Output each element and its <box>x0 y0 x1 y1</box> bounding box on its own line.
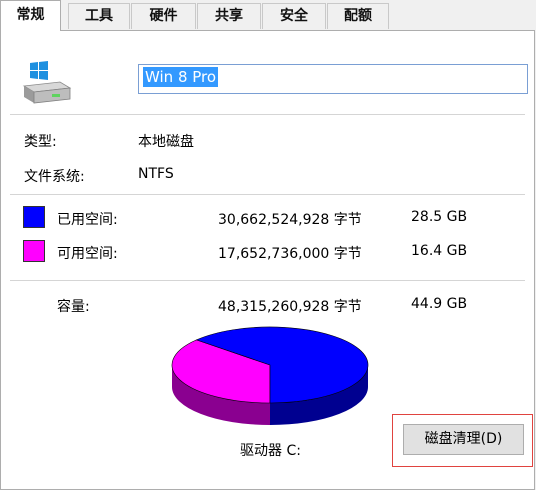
tab-general[interactable]: 常规 <box>0 0 61 31</box>
separator <box>10 280 525 281</box>
free-space-label: 可用空间: <box>57 246 118 262</box>
tab-security[interactable]: 安全 <box>262 3 326 29</box>
tab-strip: 常规 工具 硬件 共享 安全 配额 <box>0 0 536 31</box>
filesystem-value: NTFS <box>138 166 174 182</box>
disk-cleanup-button[interactable]: 磁盘清理(D) <box>403 424 524 455</box>
tab-sharing[interactable]: 共享 <box>197 3 261 29</box>
type-value: 本地磁盘 <box>138 134 194 150</box>
used-space-label: 已用空间: <box>57 212 118 228</box>
free-space-bytes: 17,652,736,000 字节 <box>218 246 362 262</box>
tab-quota[interactable]: 配额 <box>327 3 389 29</box>
filesystem-label: 文件系统: <box>24 169 85 185</box>
capacity-bytes: 48,315,260,928 字节 <box>218 299 362 315</box>
separator <box>10 194 525 195</box>
used-space-swatch <box>23 206 45 228</box>
drive-label: 驱动器 C: <box>240 443 301 459</box>
drive-name-input[interactable]: Win 8 Pro <box>138 64 528 94</box>
drive-name-text: Win 8 Pro <box>143 67 219 87</box>
type-label: 类型: <box>24 134 57 150</box>
disk-usage-pie-chart <box>171 326 369 425</box>
hard-drive-icon <box>22 61 72 104</box>
tab-tools[interactable]: 工具 <box>68 3 130 29</box>
free-space-size: 16.4 GB <box>411 243 468 259</box>
tab-hardware[interactable]: 硬件 <box>131 3 196 29</box>
used-space-bytes: 30,662,524,928 字节 <box>218 212 362 228</box>
capacity-label: 容量: <box>57 299 90 315</box>
capacity-size: 44.9 GB <box>411 296 468 312</box>
free-space-swatch <box>23 240 45 262</box>
separator <box>10 114 525 115</box>
used-space-size: 28.5 GB <box>411 209 468 225</box>
